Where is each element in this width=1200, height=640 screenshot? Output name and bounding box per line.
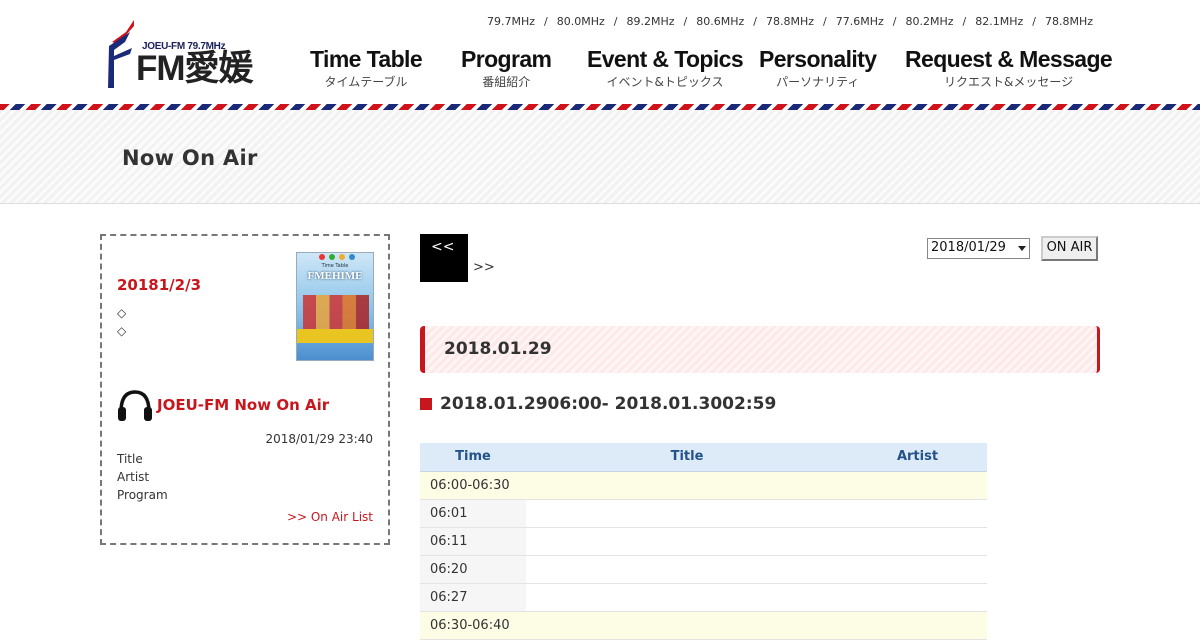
row-artist [848, 499, 987, 528]
onair-title: JOEU-FM Now On Air [157, 396, 330, 414]
sidebar-bullet: ◇ [117, 324, 127, 338]
row-title [526, 611, 848, 640]
nav-program[interactable]: Program 番組紹介 [461, 44, 552, 90]
row-time: 06:20 [420, 555, 526, 584]
nav-sublabel: リクエスト&メッセージ [943, 75, 1074, 89]
timetable-magazine-cover[interactable]: Time Table FMEHIME [296, 252, 374, 361]
column-header-artist: Artist [848, 443, 987, 472]
date-select[interactable]: 2018/01/29 [927, 238, 1030, 259]
row-title [526, 527, 848, 556]
onair-title-label: Title [117, 452, 143, 466]
date-select-value: 2018/01/29 [931, 240, 1006, 255]
table-header-row: Time Title Artist [420, 443, 987, 472]
onair-button[interactable]: ON AIR [1041, 236, 1098, 261]
frequency-item: 78.8MHz [765, 15, 814, 28]
nav-sublabel: パーソナリティ [776, 75, 860, 89]
nav-label: Time Table [310, 46, 423, 72]
frequency-item: 80.6MHz [696, 15, 745, 28]
row-time: 06:01 [420, 499, 526, 528]
nav-personality[interactable]: Personality パーソナリティ [759, 44, 877, 90]
nav-request-message[interactable]: Request & Message リクエスト&メッセージ [905, 44, 1113, 90]
table-row: 06:01 [420, 499, 987, 528]
row-artist [848, 471, 987, 500]
nav-event-topics[interactable]: Event & Topics イベント&トピックス [587, 44, 744, 90]
row-time: 06:00-06:30 [420, 471, 526, 500]
row-title [526, 499, 848, 528]
flag-logo-icon [108, 20, 134, 88]
magazine-top-text: Time Table [321, 263, 349, 269]
next-day-link[interactable]: >> [473, 260, 495, 275]
row-artist [848, 611, 987, 640]
time-range-text: 2018.01.2906:00- 2018.01.3002:59 [440, 394, 777, 414]
headphones-icon [118, 390, 152, 421]
magazine-title: FMEHIME [307, 270, 363, 282]
red-square-icon [420, 398, 432, 410]
magazine-band [297, 329, 373, 343]
frequency-item: 89.2MHz [626, 15, 675, 28]
table-row: 06:30-06:40 [420, 611, 987, 640]
table-row: 06:27 [420, 583, 987, 612]
nav-label: Program [461, 46, 552, 72]
nav-sublabel: タイムテーブル [324, 75, 408, 89]
nav-sublabel: 番組紹介 [482, 75, 531, 89]
table-row: 06:00-06:30 [420, 471, 987, 500]
nav-time-table[interactable]: Time Table タイムテーブル [310, 44, 423, 90]
column-header-time: Time [420, 443, 526, 472]
timetable-issue-date: 20181/2/3 [117, 276, 202, 294]
onair-program-label: Program [117, 488, 168, 502]
frequency-list: 79.7MHz/80.0MHz/89.2MHz/80.6MHz/78.8MHz /… [486, 15, 1093, 28]
dropdown-arrow-icon [1018, 246, 1026, 251]
frequency-item: 79.7MHz [486, 15, 535, 28]
row-title [526, 555, 848, 584]
logo-name: FM愛媛 [136, 49, 254, 88]
nav-label: Request & Message [905, 46, 1113, 72]
fm-ehime-logo[interactable]: JOEU-FM 79.7MHz FM愛媛 [106, 20, 258, 92]
row-artist [848, 583, 987, 612]
frequency-item: 80.2MHz [905, 15, 954, 28]
page-title: Now On Air [122, 146, 258, 170]
row-artist [848, 555, 987, 584]
nav-label: Personality [759, 46, 877, 72]
row-artist [848, 527, 987, 556]
onair-artist-label: Artist [117, 470, 150, 484]
day-heading-box: 2018.01.29 [420, 326, 1100, 373]
table-row: 06:11 [420, 527, 987, 556]
row-time: 06:11 [420, 527, 526, 556]
row-title [526, 471, 848, 500]
nav-label: Event & Topics [587, 46, 744, 72]
nav-sublabel: イベント&トピックス [606, 75, 724, 89]
row-time: 06:30-06:40 [420, 611, 526, 640]
main-nav: Time Table タイムテーブル Program 番組紹介 Event & … [300, 44, 1113, 94]
frequency-item: 77.6MHz [835, 15, 884, 28]
frequency-item: 82.1MHz [975, 15, 1024, 28]
table-row: 06:20 [420, 555, 987, 584]
row-title [526, 583, 848, 612]
sidebar-panel: 20181/2/3 ◇ ◇ Time Table FMEHIME JOEU-FM… [100, 234, 390, 545]
magazine-photo [303, 295, 369, 329]
sidebar-bullet: ◇ [117, 306, 127, 320]
site-header: JOEU-FM 79.7MHz FM愛媛 79.7MHz/80.0MHz/89.… [0, 0, 1200, 104]
playlist-table: Time Title Artist 06:00-06:30 06:01 06:1… [420, 443, 987, 640]
frequency-item: 78.8MHz [1044, 15, 1093, 28]
page-banner: Now On Air [0, 110, 1200, 204]
column-header-title: Title [526, 443, 848, 472]
row-time: 06:27 [420, 583, 526, 612]
onair-timestamp: 2018/01/29 23:40 [265, 432, 373, 446]
frequency-item: 80.0MHz [556, 15, 605, 28]
prev-day-button[interactable]: << [420, 234, 468, 282]
day-heading: 2018.01.29 [444, 339, 552, 359]
onair-list-link[interactable]: >> On Air List [287, 510, 373, 524]
